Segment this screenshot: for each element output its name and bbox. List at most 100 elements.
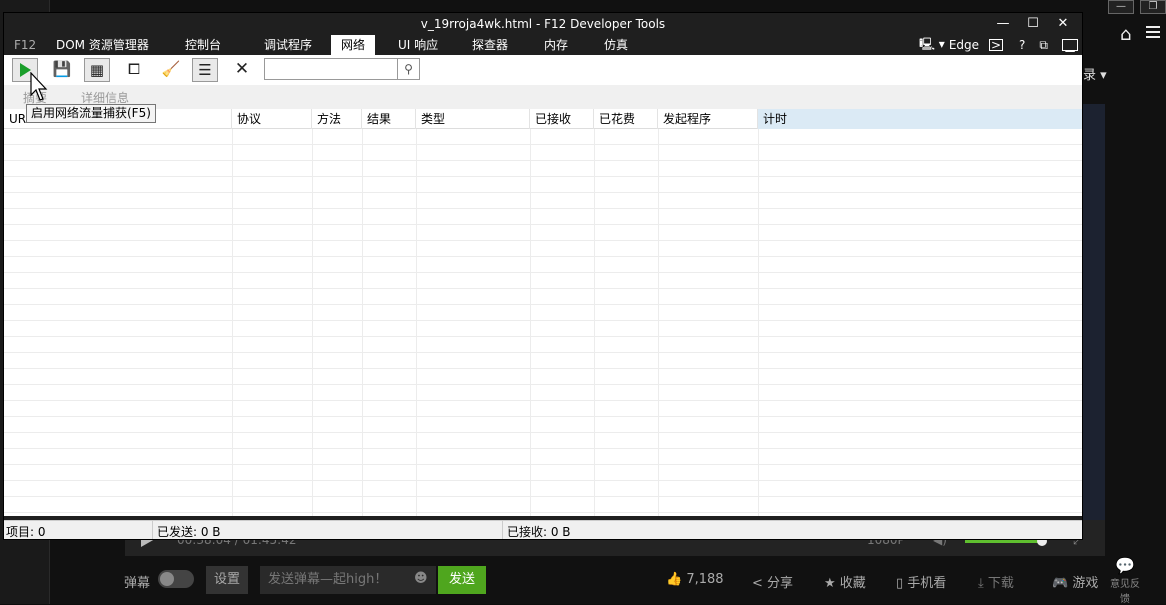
window-controls: — ☐ ✕ [988, 13, 1078, 35]
like-count: 7,188 [686, 572, 724, 587]
table-row [4, 465, 1082, 481]
status-items: 项目: 0 [6, 525, 46, 539]
danmu-label: 弹幕 [124, 576, 151, 591]
column-taken[interactable]: 已花费 [594, 109, 658, 129]
share-label: 分享 [767, 576, 794, 591]
column-divider [530, 129, 531, 516]
login-link[interactable]: 录 ▾ [1083, 64, 1107, 83]
tab-console[interactable]: 控制台 [175, 35, 231, 55]
browser-restore-icon[interactable]: ❐ [1140, 0, 1166, 14]
video-action-bar: 弹幕 设置 发送弹幕—起high！ ☻ 发送 👍 7,188 < 分享 ★ 收藏… [110, 564, 1110, 596]
devtools-right-controls: 🖳 ▾ Edge > ? ⧉ ▁ [909, 35, 1078, 55]
table-row [4, 433, 1082, 449]
column-method[interactable]: 方法 [312, 109, 362, 129]
table-row [4, 449, 1082, 465]
column-type[interactable]: 类型 [416, 109, 530, 129]
clear-on-navigate-icon[interactable]: ☰ [192, 58, 218, 82]
emoji-icon[interactable]: ☻ [414, 571, 428, 586]
status-divider [502, 521, 503, 539]
tab-dom-explorer[interactable]: DOM 资源管理器 [46, 35, 159, 55]
devtools-window: v_19rroja4wk.html - F12 Developer Tools … [3, 12, 1083, 540]
close-icon[interactable]: ✕ [1048, 13, 1078, 35]
mobile-watch-button[interactable]: ▯ 手机看 [896, 572, 946, 591]
column-result[interactable]: 结果 [362, 109, 416, 129]
sort-ascending-icon: ^ [916, 109, 924, 113]
search-icon[interactable]: ⚲ [397, 58, 420, 80]
tab-network[interactable]: 网络 [331, 35, 376, 55]
dock-bottom-icon[interactable]: ▁ [1062, 39, 1078, 51]
column-protocol[interactable]: 协议 [232, 109, 312, 129]
danmu-settings-button[interactable]: 设置 [206, 566, 248, 594]
feedback-button[interactable]: 💬 意见反馈 [1110, 556, 1140, 605]
clear-entries-icon[interactable]: ⧠ [121, 58, 147, 82]
column-divider [758, 129, 759, 516]
tab-emulation[interactable]: 仿真 [594, 35, 638, 55]
always-refresh-icon[interactable]: ▦ [84, 58, 110, 82]
browser-mode-icon[interactable]: 🖳 ▾ [919, 35, 945, 56]
column-divider [232, 129, 233, 516]
game-button[interactable]: 🎮 游戏 [1052, 572, 1098, 591]
menu-icon[interactable] [1146, 26, 1160, 38]
table-row [4, 497, 1082, 513]
table-row [4, 177, 1082, 193]
tab-memory[interactable]: 内存 [534, 35, 578, 55]
browser-minimize-icon[interactable]: — [1108, 0, 1134, 14]
video-player[interactable] [1083, 104, 1105, 524]
network-subtabs: 摘要 详细信息 [4, 85, 1082, 109]
column-received[interactable]: 已接收 [530, 109, 594, 129]
window-title: v_19rroja4wk.html - F12 Developer Tools [420, 17, 666, 31]
export-save-icon[interactable]: 💾 [49, 58, 75, 82]
status-bar: 项目: 0 已发送: 0 B 已接收: 0 B [4, 520, 1082, 539]
search-input[interactable] [264, 58, 398, 80]
download-label: 下载 [987, 576, 1014, 591]
home-icon[interactable]: ⌂ [1120, 24, 1131, 45]
help-icon[interactable]: ? [1019, 38, 1025, 52]
table-row [4, 369, 1082, 385]
volume-slider[interactable] [965, 540, 1045, 543]
danmu-input[interactable]: 发送弹幕—起high！ [260, 566, 436, 594]
column-divider [312, 129, 313, 516]
favorite-button[interactable]: ★ 收藏 [824, 572, 866, 591]
maximize-icon[interactable]: ☐ [1018, 13, 1048, 35]
table-row [4, 145, 1082, 161]
column-divider [416, 129, 417, 516]
column-divider [594, 129, 595, 516]
download-button[interactable]: ⤓ 下载 [978, 572, 1014, 591]
table-row [4, 481, 1082, 497]
tab-ui-responsiveness[interactable]: UI 响应 [388, 35, 448, 55]
column-divider [362, 129, 363, 516]
status-divider [152, 521, 153, 539]
column-initiator[interactable]: 发起程序 [658, 109, 758, 129]
clear-cache-icon[interactable]: 🧹 [158, 58, 184, 82]
undock-icon[interactable]: ⧉ [1039, 38, 1048, 53]
table-row [4, 353, 1082, 369]
devtools-tabbar: F12 DOM 资源管理器 控制台 调试程序 网络 UI 响应 探查器 内存 仿… [4, 35, 1082, 55]
status-sent: 已发送: 0 B [157, 525, 221, 539]
table-row [4, 385, 1082, 401]
browser-window-controls: — ❐ [1102, 0, 1166, 14]
share-button[interactable]: < 分享 [752, 572, 793, 591]
table-row [4, 273, 1082, 289]
table-row [4, 193, 1082, 209]
table-row [4, 241, 1082, 257]
danmu-send-button[interactable]: 发送 [438, 566, 486, 594]
tab-profiler[interactable]: 探查器 [462, 35, 518, 55]
table-row [4, 417, 1082, 433]
tab-debugger[interactable]: 调试程序 [254, 35, 322, 55]
feedback-icon: 💬 [1115, 556, 1135, 575]
like-button[interactable]: 👍 7,188 [666, 572, 724, 587]
danmu-toggle[interactable] [158, 570, 194, 588]
table-row [4, 289, 1082, 305]
tab-f12[interactable]: F12 [4, 35, 46, 55]
table-row [4, 401, 1082, 417]
table-row [4, 337, 1082, 353]
devtools-titlebar[interactable]: v_19rroja4wk.html - F12 Developer Tools … [4, 13, 1082, 35]
network-toolbar: 💾 ▦ ⧠ 🧹 ☰ ✕ ⚲ [4, 55, 1082, 85]
table-row [4, 161, 1082, 177]
minimize-icon[interactable]: — [988, 13, 1018, 35]
column-divider [658, 129, 659, 516]
clear-icon[interactable]: ✕ [229, 58, 255, 82]
grid-header: URL 协议 方法 结果 类型 已接收 已花费 发起程序 计时 ^ [4, 109, 1082, 129]
browser-mode-label[interactable]: Edge [949, 38, 979, 52]
console-icon[interactable]: > [989, 39, 1004, 51]
